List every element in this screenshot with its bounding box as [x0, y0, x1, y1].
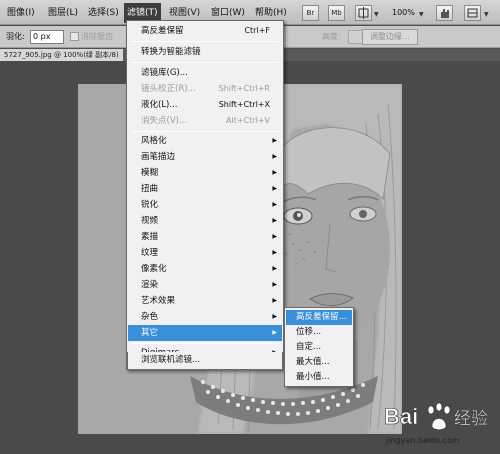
menu-item-shortcut: Shift+Ctrl+X — [218, 100, 270, 109]
chevron-right-icon: ▶ — [272, 281, 277, 288]
menu-separator — [131, 131, 279, 132]
menu-item-shortcut: Alt+Ctrl+V — [226, 116, 270, 125]
baidu-logo-icon: Bai 经验 — [384, 402, 488, 431]
feather-input[interactable]: 0 px — [30, 30, 64, 44]
menu-item-label: 艺术效果 — [141, 296, 176, 306]
menu-item-label: 像素化 — [141, 264, 167, 274]
menu-item-shortcut: Shift+Ctrl+R — [218, 84, 270, 93]
menu-item-blur[interactable]: 模糊 ▶ — [128, 165, 282, 181]
menu-image[interactable]: 图像(I) — [4, 5, 38, 21]
chevron-right-icon: ▶ — [272, 297, 277, 304]
menu-item-browse-online-filters[interactable]: 浏览联机滤镜... — [127, 352, 283, 370]
menu-item-other[interactable]: 其它 ▶ — [128, 325, 282, 341]
menu-item-lens-correction[interactable]: 镜头校正(R)... Shift+Ctrl+R — [128, 81, 282, 97]
menu-item-texture[interactable]: 纹理 ▶ — [128, 245, 282, 261]
menu-window[interactable]: 窗口(W) — [208, 5, 248, 21]
chevron-right-icon: ▶ — [272, 217, 277, 224]
menu-item-render[interactable]: 渲染 ▶ — [128, 277, 282, 293]
refine-edge-button[interactable]: 调整边缘... — [362, 29, 418, 45]
svg-text:Bai: Bai — [384, 404, 418, 429]
menu-item-convert-smart-filter[interactable]: 转换为智能滤镜 — [128, 44, 282, 60]
menu-separator — [131, 41, 279, 42]
chevron-down-icon[interactable]: ▼ — [484, 11, 489, 18]
menu-item-label: 其它 — [141, 328, 159, 338]
menu-item-artistic[interactable]: 艺术效果 ▶ — [128, 293, 282, 309]
submenu-item-maximum[interactable]: 最大值... — [286, 355, 352, 370]
baidu-watermark: Bai 经验 jingyan.baidu.com — [382, 398, 496, 450]
menu-item-label: 风格化 — [141, 136, 167, 146]
hand-tool-icon[interactable] — [436, 5, 453, 21]
menu-item-label: 滤镜库(G)... — [141, 68, 188, 78]
menu-item-label: 锐化 — [141, 200, 159, 210]
menu-item-stylize[interactable]: 风格化 ▶ — [128, 133, 282, 149]
chevron-right-icon: ▶ — [272, 329, 277, 336]
zoom-level[interactable]: 100% — [392, 5, 415, 21]
filter-dropdown-menu: 高反差保留 Ctrl+F 转换为智能滤镜 滤镜库(G)... 镜头校正(R)..… — [126, 20, 284, 370]
menu-item-noise[interactable]: 杂色 ▶ — [128, 309, 282, 325]
menu-layer[interactable]: 图层(L) — [45, 5, 81, 21]
guides-icon[interactable] — [355, 5, 372, 21]
menu-item-label: 模糊 — [141, 168, 159, 178]
chevron-right-icon: ▶ — [272, 265, 277, 272]
submenu-item-high-pass[interactable]: 高反差保留... — [286, 310, 352, 325]
submenu-item-offset[interactable]: 位移... — [286, 325, 352, 340]
menu-item-pixelate[interactable]: 像素化 ▶ — [128, 261, 282, 277]
menu-item-label: 杂色 — [141, 312, 159, 322]
menu-item-video[interactable]: 视频 ▶ — [128, 213, 282, 229]
arrange-documents-icon[interactable] — [464, 5, 481, 21]
menu-item-label: 画笔描边 — [141, 152, 176, 162]
other-submenu: 高反差保留... 位移... 自定... 最大值... 最小值... — [284, 307, 354, 387]
chevron-right-icon: ▶ — [272, 185, 277, 192]
antialias-checkbox[interactable] — [70, 32, 79, 41]
chevron-right-icon: ▶ — [272, 201, 277, 208]
document-tab[interactable]: 5727_905.jpg @ 100%(绿 副本/8) — [0, 49, 123, 61]
menu-item-label: 液化(L)... — [141, 100, 178, 110]
menu-item-label: 纹理 — [141, 248, 159, 258]
chevron-right-icon: ▶ — [272, 153, 277, 160]
menu-separator — [131, 62, 279, 63]
menu-item-sharpen[interactable]: 锐化 ▶ — [128, 197, 282, 213]
menu-item-label: 消失点(V)... — [141, 116, 188, 126]
submenu-item-minimum[interactable]: 最小值... — [286, 370, 352, 385]
chevron-down-icon[interactable]: ▼ — [419, 11, 424, 18]
menu-item-label: 浏览联机滤镜... — [141, 355, 201, 365]
menu-item-label: 扭曲 — [141, 184, 159, 194]
menu-item-label: 渲染 — [141, 280, 159, 290]
chevron-right-icon: ▶ — [272, 313, 277, 320]
menu-item-liquify[interactable]: 液化(L)... Shift+Ctrl+X — [128, 97, 282, 113]
menu-separator — [131, 343, 279, 344]
minibridge-button[interactable]: Mb — [328, 5, 345, 21]
chevron-right-icon: ▶ — [272, 233, 277, 240]
menu-item-label: 转换为智能滤镜 — [141, 47, 201, 57]
menu-item-label: 素描 — [141, 232, 159, 242]
chevron-right-icon: ▶ — [272, 249, 277, 256]
feather-label: 羽化: — [6, 32, 25, 41]
watermark-url: jingyan.baidu.com — [386, 436, 460, 445]
menu-item-sketch[interactable]: 素描 ▶ — [128, 229, 282, 245]
antialias-label: 消除锯齿 — [81, 32, 113, 41]
menu-item-shortcut: Ctrl+F — [244, 26, 270, 35]
menu-help[interactable]: 帮助(H) — [252, 5, 290, 21]
bridge-button[interactable]: Br — [302, 5, 319, 21]
menu-item-label: 视频 — [141, 216, 159, 226]
chevron-right-icon: ▶ — [272, 169, 277, 176]
submenu-item-custom[interactable]: 自定... — [286, 340, 352, 355]
menu-item-distort[interactable]: 扭曲 ▶ — [128, 181, 282, 197]
chevron-right-icon: ▶ — [272, 137, 277, 144]
menu-select[interactable]: 选择(S) — [85, 5, 122, 21]
menu-item-brush-strokes[interactable]: 画笔描边 ▶ — [128, 149, 282, 165]
menu-item-filter-gallery[interactable]: 滤镜库(G)... — [128, 65, 282, 81]
watermark-brand-cn: 经验 — [454, 409, 488, 429]
height-label: 高度: — [322, 32, 341, 41]
menu-item-vanishing-point[interactable]: 消失点(V)... Alt+Ctrl+V — [128, 113, 282, 129]
chevron-down-icon[interactable]: ▼ — [374, 11, 379, 18]
menu-item-label: 镜头校正(R)... — [141, 84, 196, 94]
menu-view[interactable]: 视图(V) — [166, 5, 203, 21]
menu-item-last-filter[interactable]: 高反差保留 Ctrl+F — [128, 23, 282, 39]
menu-item-label: 高反差保留 — [141, 26, 184, 36]
